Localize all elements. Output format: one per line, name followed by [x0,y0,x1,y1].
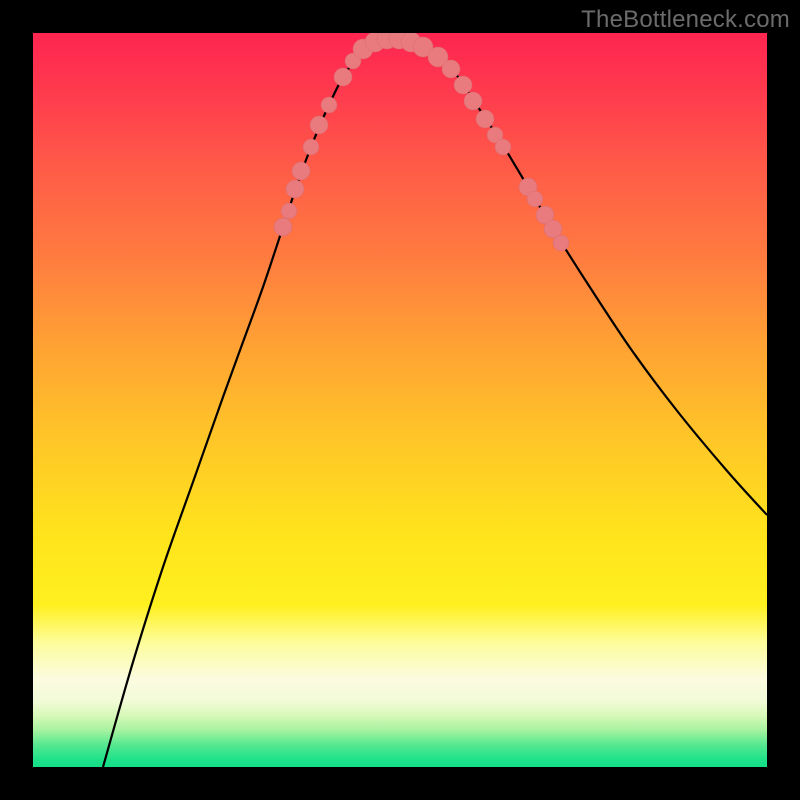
chart-plot-area [33,33,767,767]
curve-dot [334,68,352,86]
curve-dot [553,235,569,251]
curve-dot [464,92,482,110]
curve-dot [495,139,511,155]
watermark-text: TheBottleneck.com [581,6,790,34]
curve-dot [310,116,328,134]
chart-svg [33,33,767,767]
curve-dot [274,218,292,236]
bottleneck-curve [103,38,767,767]
curve-dot [454,76,472,94]
curve-dot [476,110,494,128]
curve-dot [286,180,304,198]
curve-dot [527,191,543,207]
curve-dots-group [274,33,569,251]
chart-frame: TheBottleneck.com [0,0,800,800]
curve-dot [442,60,460,78]
curve-dot [292,162,310,180]
curve-dot [321,97,337,113]
curve-dot [303,139,319,155]
curve-dot [281,203,297,219]
